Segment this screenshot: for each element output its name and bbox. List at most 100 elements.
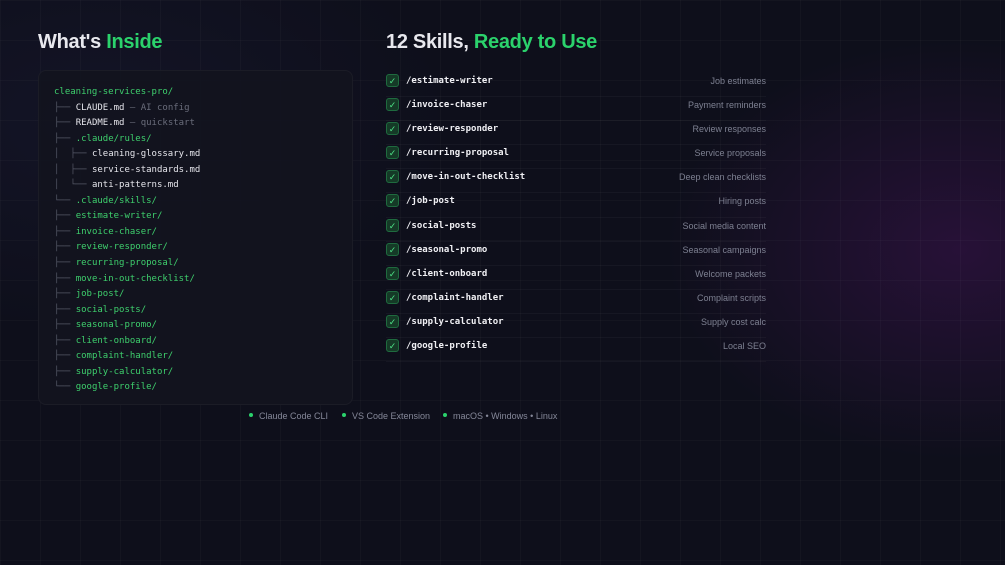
- tree-row: ├── README.md — quickstart: [54, 116, 200, 132]
- tree-row: ├── supply-calculator/: [54, 365, 200, 381]
- skill-row: ✓ /complaint-handler Complaint scripts: [386, 290, 766, 314]
- heading-accent: Inside: [106, 31, 163, 53]
- folder-name: cleaning-services-pro/: [54, 87, 174, 97]
- skill-description: Hiring posts: [718, 196, 766, 207]
- folder-name: .claude/skills/: [75, 195, 157, 206]
- folder-name: supply-calculator/: [75, 366, 174, 377]
- tree-row: ├── job-post/: [54, 287, 200, 303]
- tree-branch: └──: [54, 382, 76, 393]
- tree-branch: ├──: [54, 258, 76, 269]
- folder-name: job-post/: [75, 289, 125, 300]
- tree-branch: ├──: [54, 118, 76, 129]
- file-name: cleaning-glossary.md: [91, 149, 201, 160]
- tree-row: ├── review-responder/: [54, 240, 200, 256]
- skill-description: Service proposals: [694, 148, 766, 159]
- tree-row: ├── .claude/rules/: [54, 132, 200, 148]
- tree-row: ├── client-onboard/: [54, 334, 200, 350]
- skill-command: /supply-calculator: [406, 316, 504, 327]
- skill-description: Seasonal campaigns: [682, 244, 766, 255]
- skill-row: ✓ /job-post Hiring posts: [386, 193, 766, 217]
- tree-branch: ├──: [54, 289, 76, 300]
- tree-branch: └──: [54, 195, 76, 206]
- folder-name: .claude/rules/: [75, 133, 152, 144]
- folder-name: recurring-proposal/: [75, 258, 179, 269]
- whats-inside-heading: What's Inside: [38, 31, 163, 54]
- tree-branch: │ └──: [54, 180, 92, 191]
- folder-name: google-profile/: [75, 382, 157, 393]
- skill-command: /recurring-proposal: [406, 148, 509, 159]
- skill-row: ✓ /social-posts Social media content: [386, 218, 766, 242]
- tree-row: ├── seasonal-promo/: [54, 318, 200, 334]
- skill-command: /client-onboard: [406, 268, 488, 279]
- file-name: CLAUDE.md: [75, 102, 125, 113]
- tree-branch: │ ├──: [54, 149, 92, 160]
- bullet-dot-icon: [443, 412, 447, 417]
- tree-row: ├── invoice-chaser/: [54, 225, 200, 241]
- tree-branch: ├──: [54, 211, 76, 222]
- folder-name: estimate-writer/: [75, 211, 163, 222]
- skill-command: /invoice-chaser: [406, 100, 488, 111]
- file-name: service-standards.md: [91, 164, 201, 175]
- skill-row: ✓ /estimate-writer Job estimates: [386, 73, 766, 97]
- skill-row: ✓ /seasonal-promo Seasonal campaigns: [386, 242, 766, 266]
- tree-row: ├── move-in-out-checklist/: [54, 272, 200, 288]
- tree-branch: ├──: [54, 351, 76, 362]
- tree-row: │ ├── cleaning-glossary.md: [54, 147, 200, 163]
- skill-description: Local SEO: [722, 341, 766, 352]
- checkmark-icon: ✓: [386, 122, 399, 136]
- platform-footer: Claude Code CLI VS Code Extension macOS • …: [0, 409, 1005, 423]
- bullet-dot-icon: [342, 412, 346, 417]
- tree-row: │ └── anti-patterns.md: [54, 178, 200, 194]
- tree-branch: ├──: [54, 335, 76, 346]
- tree-branch: ├──: [54, 226, 76, 237]
- skill-row: ✓ /move-in-out-checklist Deep clean checkl…: [386, 169, 766, 193]
- skill-command: /review-responder: [406, 124, 499, 135]
- skill-description: Payment reminders: [687, 100, 766, 111]
- heading-prefix: What's: [38, 31, 101, 53]
- tree-branch: │ ├──: [54, 164, 92, 175]
- heading-accent: Ready to Use: [473, 31, 597, 53]
- tree-branch: ├──: [54, 102, 76, 113]
- tree-row: ├── recurring-proposal/: [54, 256, 200, 272]
- tree-row: │ ├── service-standards.md: [54, 163, 200, 179]
- platform-item: Claude Code CLI: [249, 409, 328, 423]
- folder-name: review-responder/: [75, 242, 168, 253]
- tree-row: └── google-profile/: [54, 380, 200, 396]
- platform-item: VS Code Extension: [342, 409, 430, 423]
- skill-command: /social-posts: [406, 220, 477, 231]
- folder-name: client-onboard/: [75, 335, 157, 346]
- tree-row: ├── complaint-handler/: [54, 349, 200, 365]
- checkmark-icon: ✓: [386, 98, 399, 112]
- tree-row: ├── estimate-writer/: [54, 209, 200, 225]
- folder-name: invoice-chaser/: [75, 226, 157, 237]
- skill-command: /google-profile: [406, 341, 488, 352]
- folder-name: move-in-out-checklist/: [75, 273, 195, 284]
- skills-list: ✓ /estimate-writer Job estimates ✓ /invoice-…: [386, 73, 766, 362]
- checkmark-icon: ✓: [386, 290, 399, 304]
- skill-description: Social media content: [682, 220, 766, 231]
- skill-command: /estimate-writer: [406, 76, 493, 86]
- skill-description: Supply cost calc: [700, 316, 766, 327]
- checkmark-icon: ✓: [386, 266, 399, 280]
- skill-row: ✓ /client-onboard Welcome packets: [386, 266, 766, 290]
- tree-branch: ├──: [54, 133, 76, 144]
- tree-branch: ├──: [54, 320, 76, 331]
- checkmark-icon: ✓: [386, 314, 399, 328]
- file-name: anti-patterns.md: [91, 180, 179, 191]
- folder-name: complaint-handler/: [75, 351, 174, 362]
- checkmark-icon: ✓: [386, 74, 399, 87]
- checkmark-icon: ✓: [386, 218, 399, 232]
- tree-row: cleaning-services-pro/: [54, 85, 200, 101]
- skill-description: Deep clean checklists: [678, 172, 766, 183]
- skill-row: ✓ /review-responder Review responses: [386, 121, 766, 145]
- tree-row: ├── CLAUDE.md — AI config: [54, 101, 200, 117]
- checkmark-icon: ✓: [386, 146, 399, 160]
- file-note: — quickstart: [124, 118, 195, 129]
- skill-description: Job estimates: [710, 76, 766, 86]
- skill-command: /seasonal-promo: [406, 244, 488, 255]
- checkmark-icon: ✓: [386, 242, 399, 256]
- file-note: — AI config: [124, 102, 190, 113]
- platform-item: macOS • Windows • Linux: [443, 409, 557, 423]
- bullet-dot-icon: [249, 412, 253, 417]
- skill-description: Review responses: [692, 124, 766, 135]
